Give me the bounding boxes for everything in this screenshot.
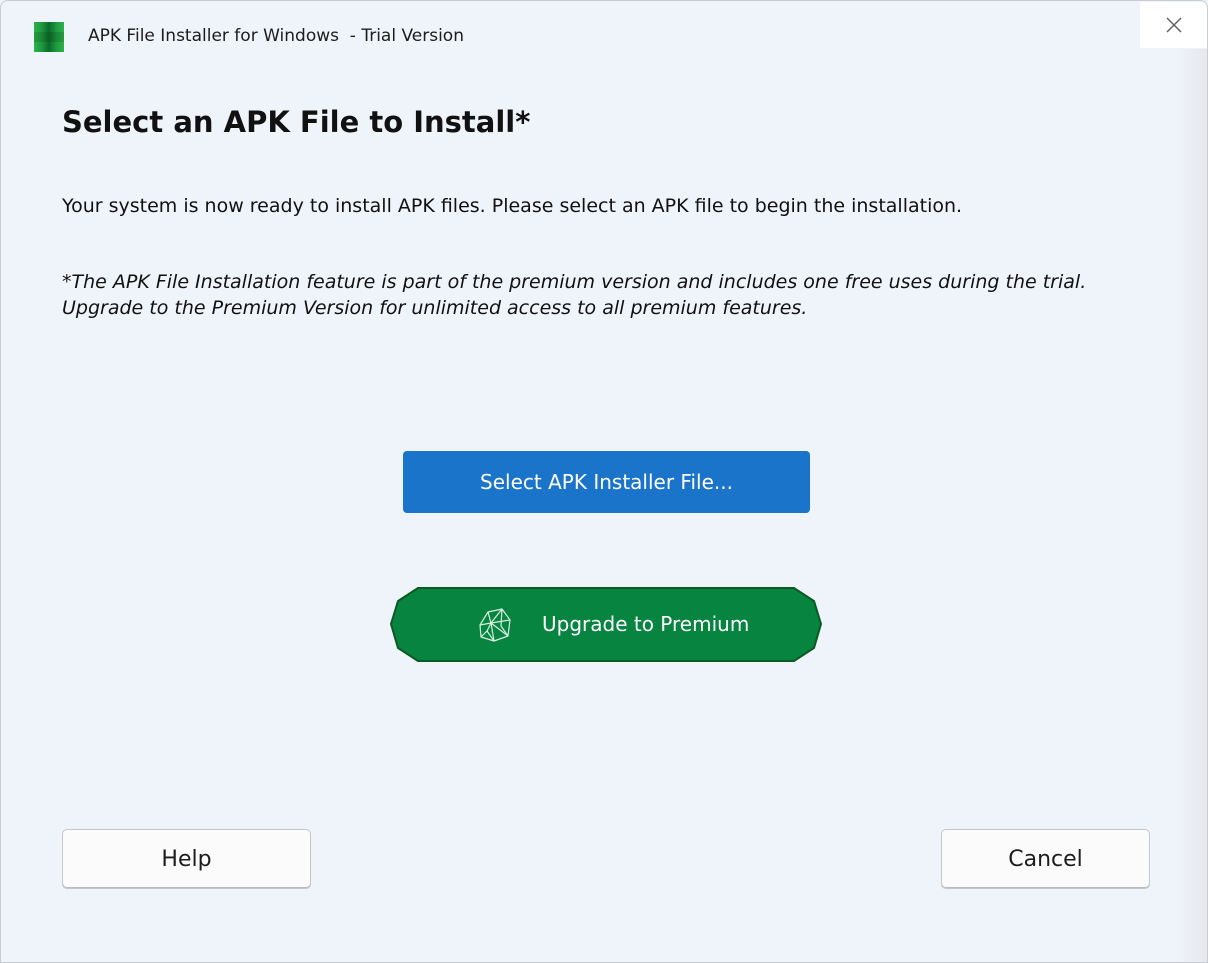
help-button[interactable]: Help [62,829,311,889]
upgrade-to-premium-button[interactable]: Upgrade to Premium [390,587,822,662]
help-label: Help [161,846,212,872]
close-button[interactable] [1140,2,1207,48]
upgrade-label: Upgrade to Premium [542,612,750,636]
close-icon [1166,17,1181,33]
gem-icon [479,608,511,642]
window-title: APK File Installer for Windows - Trial V… [88,26,464,46]
installer-window: APK File Installer for Windows - Trial V… [0,0,1208,963]
premium-note-text: *The APK File Installation feature is pa… [62,271,1087,319]
ready-info-text: Your system is now ready to install APK … [62,195,963,217]
window-edge-shade [1177,49,1207,962]
cancel-label: Cancel [1008,846,1083,872]
page-heading: Select an APK File to Install* [62,105,531,139]
app-logo-icon [34,22,64,52]
select-apk-file-button[interactable]: Select APK Installer File... [403,451,810,513]
select-apk-file-label: Select APK Installer File... [480,470,733,494]
cancel-button[interactable]: Cancel [941,829,1150,889]
